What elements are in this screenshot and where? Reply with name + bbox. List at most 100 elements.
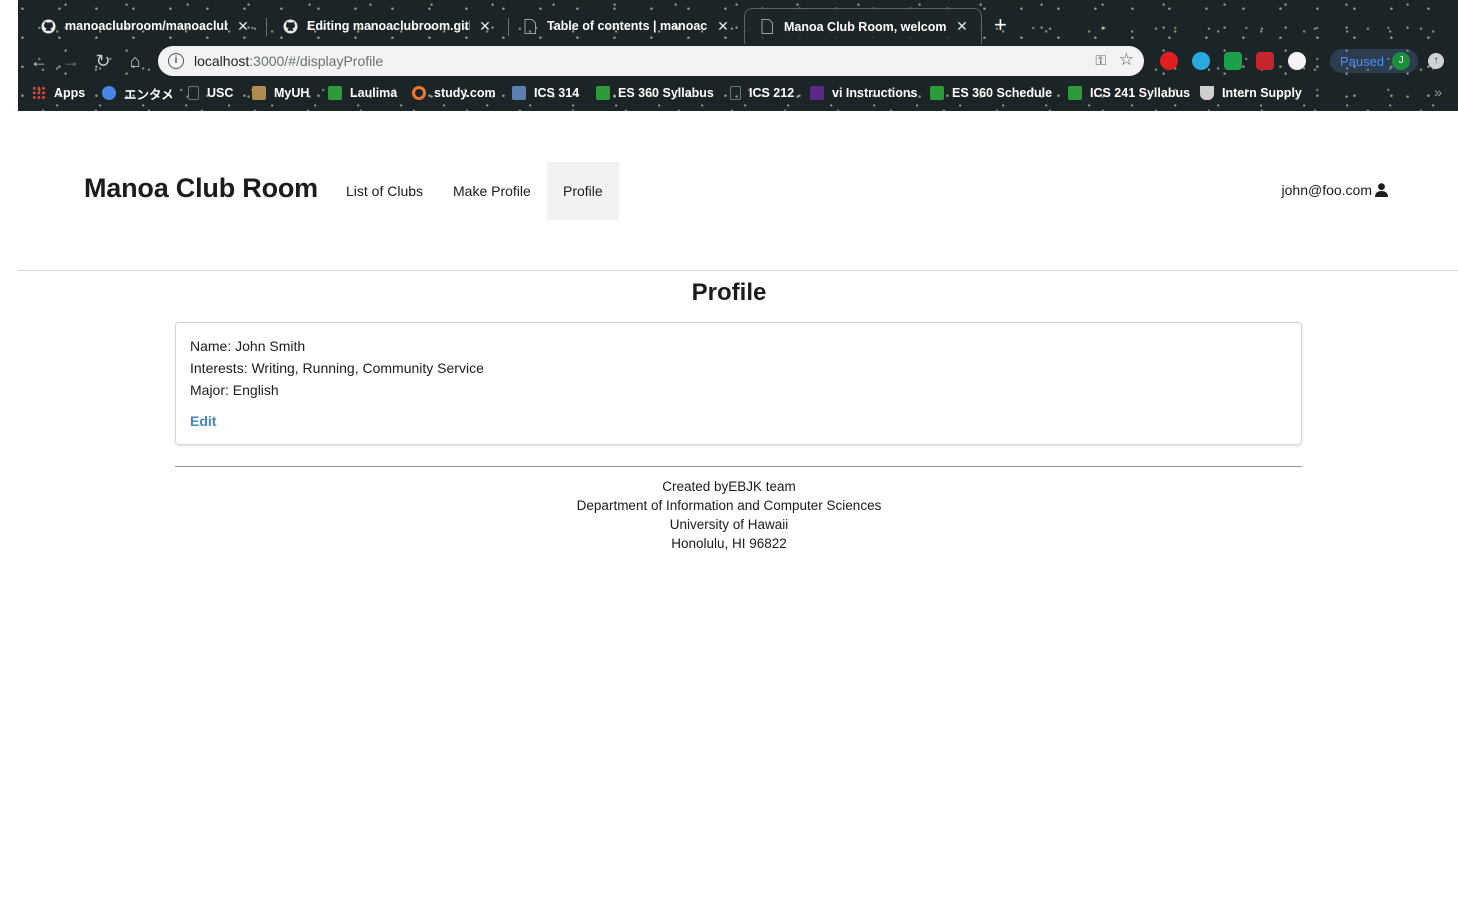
update-icon[interactable]: ↑ <box>1428 53 1444 69</box>
reload-button[interactable]: ↻ <box>92 50 114 72</box>
browser-tab[interactable]: Editing manoaclubroom.github ✕ <box>268 8 504 44</box>
browser-tab[interactable]: Table of contents | manoaclubroom ✕ <box>508 8 742 44</box>
bookmark-label: ICS 314 <box>534 86 580 100</box>
bookmark-label: USC <box>207 86 234 100</box>
bookmark-item[interactable]: ES 360 Syllabus <box>596 84 714 102</box>
brand-title[interactable]: Manoa Club Room <box>84 173 318 204</box>
footer-address: Honolulu, HI 96822 <box>671 536 787 551</box>
forward-button[interactable]: → <box>60 50 82 72</box>
info-icon[interactable]: i <box>168 53 184 69</box>
bookmark-label: Laulima <box>350 86 398 100</box>
key-icon[interactable]: ⚿ <box>1095 52 1106 69</box>
apps-grid-icon <box>32 86 46 100</box>
bookmark-label: study.com <box>434 86 496 100</box>
document-icon <box>522 18 538 34</box>
nav-item-make-profile[interactable]: Make Profile <box>437 162 547 220</box>
edit-profile-link[interactable]: Edit <box>190 413 216 429</box>
close-icon[interactable]: ✕ <box>236 18 250 35</box>
laulima-icon <box>596 86 610 100</box>
cup-icon <box>1200 86 1214 100</box>
profile-card: Name: John Smith Interests: Writing, Run… <box>175 322 1302 445</box>
bookmark-apps[interactable]: Apps <box>32 84 85 102</box>
bookmark-label: vi Instructions <box>832 86 918 100</box>
github-icon <box>40 18 56 34</box>
bookmark-label: ES 360 Syllabus <box>618 86 714 100</box>
bookmark-item[interactable]: Laulima <box>328 84 397 102</box>
browser-chrome: manoaclubroom/manoaclubroom ✕ Editing ma… <box>18 0 1458 111</box>
bookmark-label: ES 360 Schedule <box>952 86 1053 100</box>
close-icon[interactable]: ✕ <box>478 18 492 35</box>
avatar: J <box>1392 52 1411 70</box>
bookmark-item[interactable]: vi Instructions <box>810 84 917 102</box>
bookmark-item[interactable]: エンタメ <box>102 84 174 102</box>
document-icon <box>730 86 741 100</box>
footer-divider <box>175 466 1302 467</box>
document-icon <box>759 19 775 35</box>
extension-icon[interactable] <box>1224 52 1242 70</box>
tab-title: manoaclubroom/manoaclubroom <box>65 19 228 33</box>
bookmarks-bar: Apps エンタメ USC MyUH Laulima study.com ICS… <box>18 80 1458 106</box>
close-icon[interactable]: ✕ <box>716 18 730 35</box>
study-icon <box>412 86 426 100</box>
url-text: localhost:3000/#/displayProfile <box>194 53 383 69</box>
url-host: localhost <box>194 53 250 69</box>
profile-button[interactable]: Paused J <box>1330 49 1418 73</box>
extension-icon[interactable] <box>1192 52 1210 70</box>
bookmark-item[interactable]: ICS 241 Syllabus <box>1068 84 1190 102</box>
tab-title: Editing manoaclubroom.github <box>307 19 470 33</box>
bookmark-item[interactable]: USC <box>188 84 233 102</box>
folder-icon <box>102 86 116 100</box>
page-title: Profile <box>691 279 767 306</box>
bookmark-item[interactable]: ICS 314 <box>512 84 579 102</box>
bookmark-item[interactable]: MyUH <box>252 84 309 102</box>
bookmark-label: ICS 212 <box>749 86 795 100</box>
browser-toolbar: ← → ↻ ⌂ i localhost:3000/#/displayProfil… <box>18 44 1458 78</box>
extension-icon[interactable] <box>1288 52 1306 70</box>
user-menu[interactable]: john@foo.com <box>1282 182 1388 198</box>
address-bar[interactable]: i localhost:3000/#/displayProfile ⚿ ☆ <box>158 46 1144 76</box>
nav-item-list-of-clubs[interactable]: List of Clubs <box>330 162 439 220</box>
laulima-icon <box>1068 86 1082 100</box>
profile-major: Major: English <box>190 382 279 398</box>
bookmark-item[interactable]: Intern Supply <box>1200 84 1302 102</box>
user-email: john@foo.com <box>1281 182 1372 198</box>
square-icon <box>512 86 526 100</box>
w-icon <box>810 86 824 100</box>
star-icon[interactable]: ☆ <box>1119 50 1134 70</box>
profile-name: Name: John Smith <box>190 338 306 354</box>
home-button[interactable]: ⌂ <box>124 50 146 72</box>
profile-status: Paused <box>1340 53 1385 69</box>
bookmark-label: ICS 241 Syllabus <box>1090 86 1191 100</box>
tab-title: Manoa Club Room, welcome!!! <box>784 19 947 34</box>
tab-strip: manoaclubroom/manoaclubroom ✕ Editing ma… <box>18 8 1458 44</box>
tab-title: Table of contents | manoaclubroom <box>547 19 708 33</box>
profile-interests: Interests: Writing, Running, Community S… <box>190 360 484 376</box>
top-navbar: Manoa Club Room List of Clubs Make Profi… <box>18 111 1458 271</box>
bookmark-label: Apps <box>54 86 86 100</box>
browser-tab[interactable]: manoaclubroom/manoaclubroom ✕ <box>26 8 262 44</box>
browser-tab-active[interactable]: Manoa Club Room, welcome!!! ✕ <box>744 8 982 44</box>
bookmark-item[interactable]: ES 360 Schedule <box>930 84 1052 102</box>
user-icon <box>1375 183 1388 197</box>
extension-icon[interactable] <box>1256 52 1274 70</box>
footer: Created byEBJK team Department of Inform… <box>0 477 1458 553</box>
new-tab-button[interactable]: + <box>994 14 1007 36</box>
footer-university: University of Hawaii <box>669 517 789 532</box>
back-button[interactable]: ← <box>28 50 50 72</box>
bookmark-item[interactable]: ICS 212 <box>730 84 794 102</box>
bookmark-label: Intern Supply <box>1222 86 1302 100</box>
laulima-icon <box>930 86 944 100</box>
laulima-icon <box>328 86 342 100</box>
footer-department: Department of Information and Computer S… <box>576 498 882 513</box>
bookmark-label: MyUH <box>274 86 310 100</box>
bookmark-item[interactable]: study.com <box>412 84 496 102</box>
nav-item-profile[interactable]: Profile <box>547 162 619 220</box>
extension-icon[interactable] <box>1160 52 1178 70</box>
uh-icon <box>252 86 266 100</box>
document-icon <box>188 86 199 100</box>
close-icon[interactable]: ✕ <box>955 18 969 35</box>
github-icon <box>282 18 298 34</box>
chevron-right-icon[interactable]: » <box>1434 84 1442 100</box>
footer-credit: Created byEBJK team <box>662 479 796 494</box>
bookmark-label: エンタメ <box>124 87 174 102</box>
